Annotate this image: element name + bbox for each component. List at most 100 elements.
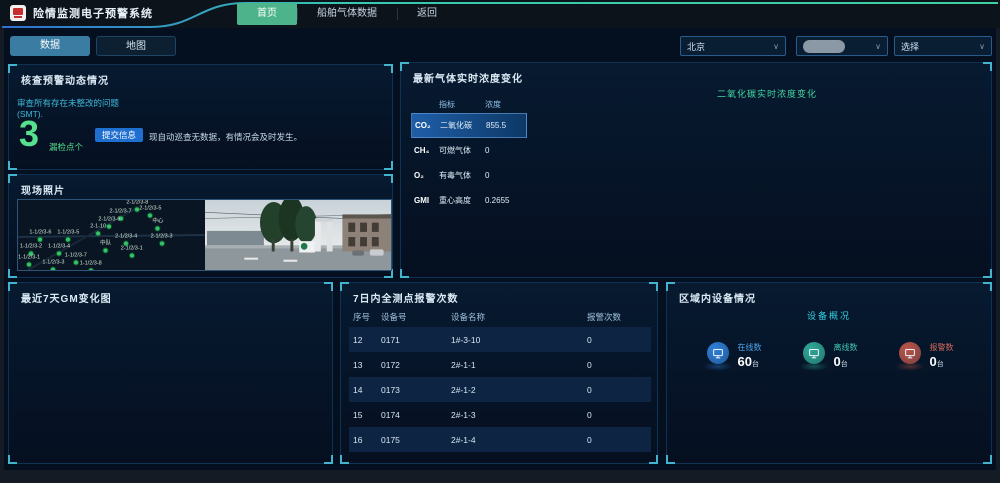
sensor-marker[interactable]: 中心 [152,218,163,231]
tab-ship-gas-data[interactable]: 船舶气体数据 [297,3,397,25]
panel-corner [340,455,349,464]
masked-value [803,40,845,53]
sensor-marker[interactable]: 中队 [100,240,111,253]
chevron-down-icon: ∨ [875,42,881,51]
device-icon [707,342,729,364]
device-row[interactable]: 1401732#-1-20 [349,377,651,402]
sensor-dot-icon [159,240,165,246]
sensor-marker-label: 2-1/2/3-4 [115,233,137,239]
brand: 险情监测电子预警系统 [10,5,153,21]
site-photo[interactable] [205,200,392,270]
masked-select[interactable]: ∨ [796,36,888,56]
device-name: 2#-1-2 [451,385,573,395]
panel-corner [384,174,393,183]
stat-label: 离线数 [834,342,858,353]
panel-corner [983,269,992,278]
sensor-dot-icon [50,266,56,270]
panel-corner [666,282,675,291]
device-table: 序号 设备号 设备名称 报警次数 1201711#-3-1001301722#-… [349,307,651,452]
submit-info-button[interactable]: 提交信息 [95,128,143,142]
gas-row[interactable]: CO₂二氧化碳855.5 [411,113,527,138]
panel-title: 现场照片 [21,182,65,197]
device-alarm-count: 0 [573,435,647,445]
device-row[interactable]: 1501742#-1-30 [349,402,651,427]
data-button[interactable]: 数据 [10,36,90,56]
gas-value: 0 [485,171,525,180]
gas-row[interactable]: O₂有毒气体0 [411,163,527,188]
co2-trend-chart[interactable] [551,101,983,273]
sensor-marker-label: 1-1/2/3-8 [80,261,102,267]
gas-value: 0.2655 [485,196,525,205]
sensor-marker-label: 1-1/2/3-6 [29,229,51,235]
sensor-map[interactable]: 2-1/2/3-82-1/2/3-72-1/2/3-5中心2-1/2/3-62-… [18,200,205,270]
sensor-marker[interactable]: 2-1-10 [90,224,106,237]
panel-corner [983,455,992,464]
alarm-message: 现自动巡查无数据，有情况会及时发生。 [149,131,302,143]
gas-row[interactable]: CH₄可燃气体0 [411,138,527,163]
device-index: 15 [349,410,381,420]
sensor-marker[interactable]: 2-1/2/3-1 [121,245,143,258]
device-alarm-count: 0 [573,360,647,370]
panel-corner [8,269,17,278]
alarm-summary-panel: 核查预警动态情况 审查所有存在未整改的问题 (SMT). 3 漏检点个 提交信息… [8,64,393,170]
panel-corner [384,64,393,73]
sensor-marker-label: 1-1/2/3-1 [18,254,40,260]
device-row[interactable]: 1601752#-1-40 [349,427,651,452]
sensor-marker-label: 2-1/2/3-5 [139,205,161,211]
sensor-marker[interactable]: 2-1/2/3-5 [139,205,161,218]
co2-chart-title: 二氧化碳实时浓度变化 [551,87,983,100]
device-row[interactable]: 1201711#-3-100 [349,327,651,352]
panel-corner [8,64,17,73]
device-stat: 离线数0台 [801,341,858,371]
panel-title: 7日内全测点报警次数 [353,290,459,305]
sensor-dot-icon [129,252,135,258]
gas-col-concentration: 浓度 [485,99,525,110]
device-no: 0174 [381,410,451,420]
map-button[interactable]: 地图 [96,36,176,56]
gas-table-body: CO₂二氧化碳855.5CH₄可燃气体0O₂有毒气体0GMI重心高度0.2655 [411,113,527,213]
stat-value: 60台 [738,354,759,369]
sensor-marker[interactable]: 1-1/2/3-1 [18,254,40,267]
gas-row[interactable]: GMI重心高度0.2655 [411,188,527,213]
panel-title: 区域内设备情况 [679,290,756,305]
device-no: 0172 [381,360,451,370]
device-alarm-count: 0 [573,385,647,395]
device-index: 12 [349,335,381,345]
panel-corner [384,161,393,170]
device-icon [899,342,921,364]
sensor-marker[interactable]: 2-1/2/3-3 [151,233,173,246]
sensor-marker[interactable]: 1-1/2/3-8 [80,261,102,270]
device-table-body: 1201711#-3-1001301722#-1-101401732#-1-20… [349,327,651,452]
sensor-dot-icon [73,259,79,265]
media-strip: 2-1/2/3-82-1/2/3-72-1/2/3-5中心2-1/2/3-62-… [17,199,392,271]
region-select[interactable]: 北京 ∨ [680,36,786,56]
choose-select[interactable]: 选择 ∨ [894,36,992,56]
sensor-dot-icon [106,224,112,230]
device-status-icon [705,341,731,371]
panel-corner [324,282,333,291]
sensor-dot-icon [155,225,161,231]
panel-corner [983,282,992,291]
choose-select-value: 选择 [901,40,919,53]
device-stats: 在线数60台离线数0台报警数0台 [667,341,991,371]
gas-col-indicator: 指标 [439,99,485,110]
panel-corner [340,282,349,291]
device-row[interactable]: 1301722#-1-10 [349,352,651,377]
sensor-marker[interactable]: 1-1/2/3-5 [57,229,79,242]
device-stat: 报警数0台 [897,341,954,371]
sensor-marker[interactable]: 1-1/2/3-6 [29,229,51,242]
tab-back[interactable]: 返回 [397,3,457,25]
device-name: 2#-1-1 [451,360,573,370]
sensor-dot-icon [95,231,101,237]
tab-home[interactable]: 首页 [237,3,297,25]
device-no: 0171 [381,335,451,345]
gm-spikes-chart[interactable] [15,311,328,457]
sensor-marker-label: 1-1/2/3-3 [42,259,64,265]
sensor-marker[interactable]: 1-1/2/3-3 [42,259,64,270]
gas-name: 重心高度 [439,195,485,206]
sensor-marker-label: 1-1/2/3-4 [48,243,70,249]
gas-panel: 最新气体实时浓度变化 指标 浓度 CO₂二氧化碳855.5CH₄可燃气体0O₂有… [400,62,992,278]
device-name: 1#-3-10 [451,335,573,345]
alarm-description-line1: 审查所有存在未整改的问题 [17,98,119,108]
gas-table: 指标 浓度 CO₂二氧化碳855.5CH₄可燃气体0O₂有毒气体0GMI重心高度… [411,95,527,213]
